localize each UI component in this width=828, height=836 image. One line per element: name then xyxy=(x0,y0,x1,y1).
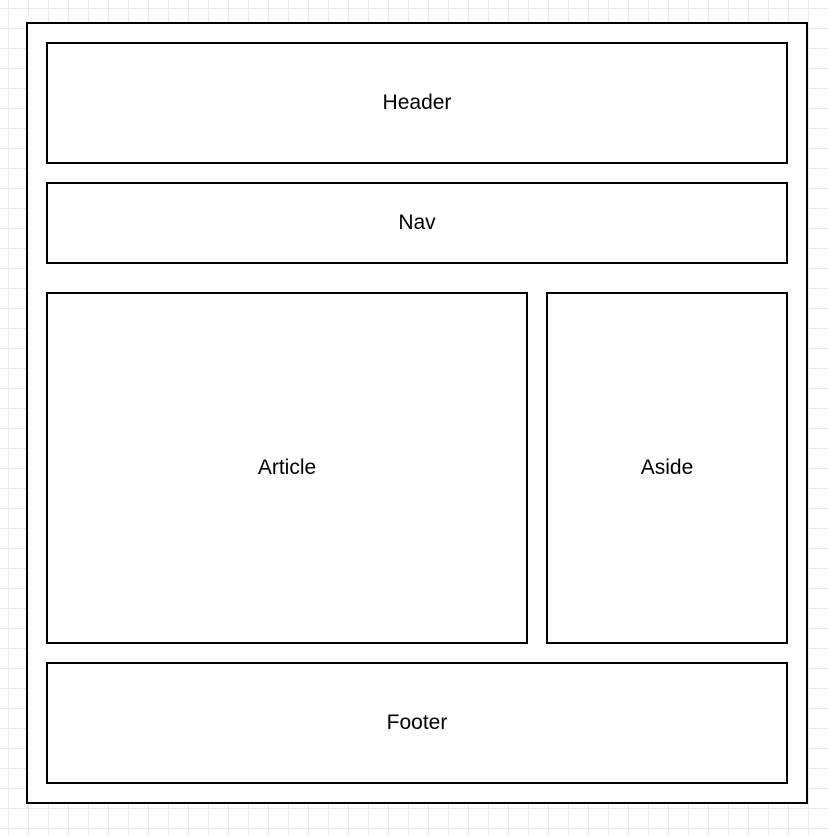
footer-block: Footer xyxy=(46,662,788,784)
aside-block: Aside xyxy=(546,292,788,644)
aside-label: Aside xyxy=(640,456,694,479)
footer-label: Footer xyxy=(386,711,448,734)
article-label: Article xyxy=(257,456,317,479)
header-label: Header xyxy=(382,91,452,114)
header-block: Header xyxy=(46,42,788,164)
nav-label: Nav xyxy=(398,211,436,234)
nav-block: Nav xyxy=(46,182,788,264)
article-block: Article xyxy=(46,292,528,644)
